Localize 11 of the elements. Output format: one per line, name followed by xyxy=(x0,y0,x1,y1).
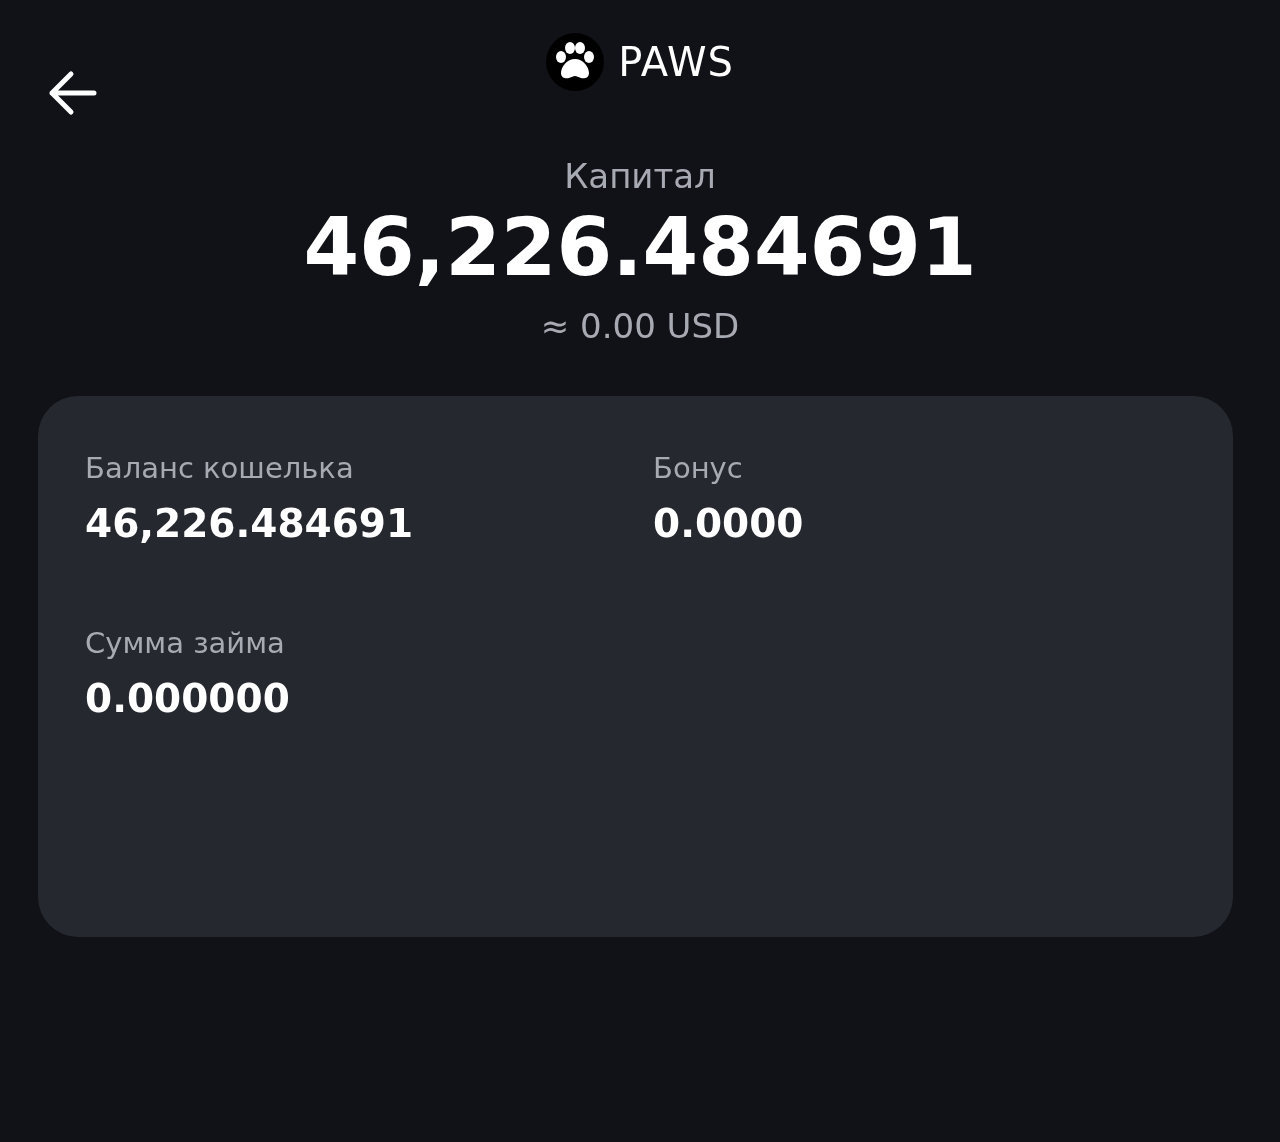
detail-label: Баланс кошелька xyxy=(85,451,355,485)
detail-value: 0.0000 xyxy=(653,501,805,546)
paw-logo-icon xyxy=(546,33,605,91)
capital-amount: 46,226.484691 xyxy=(303,204,977,292)
detail-label: Бонус xyxy=(653,451,744,485)
detail-label: Сумма займа xyxy=(85,626,286,660)
detail-value: 0.000000 xyxy=(85,676,291,721)
app-title: PAWS xyxy=(618,39,734,85)
capital-label: Капитал xyxy=(564,156,716,196)
usd-equivalent: ≈ 0.00 USD xyxy=(540,306,740,346)
detail-value: 46,226.484691 xyxy=(85,501,415,546)
